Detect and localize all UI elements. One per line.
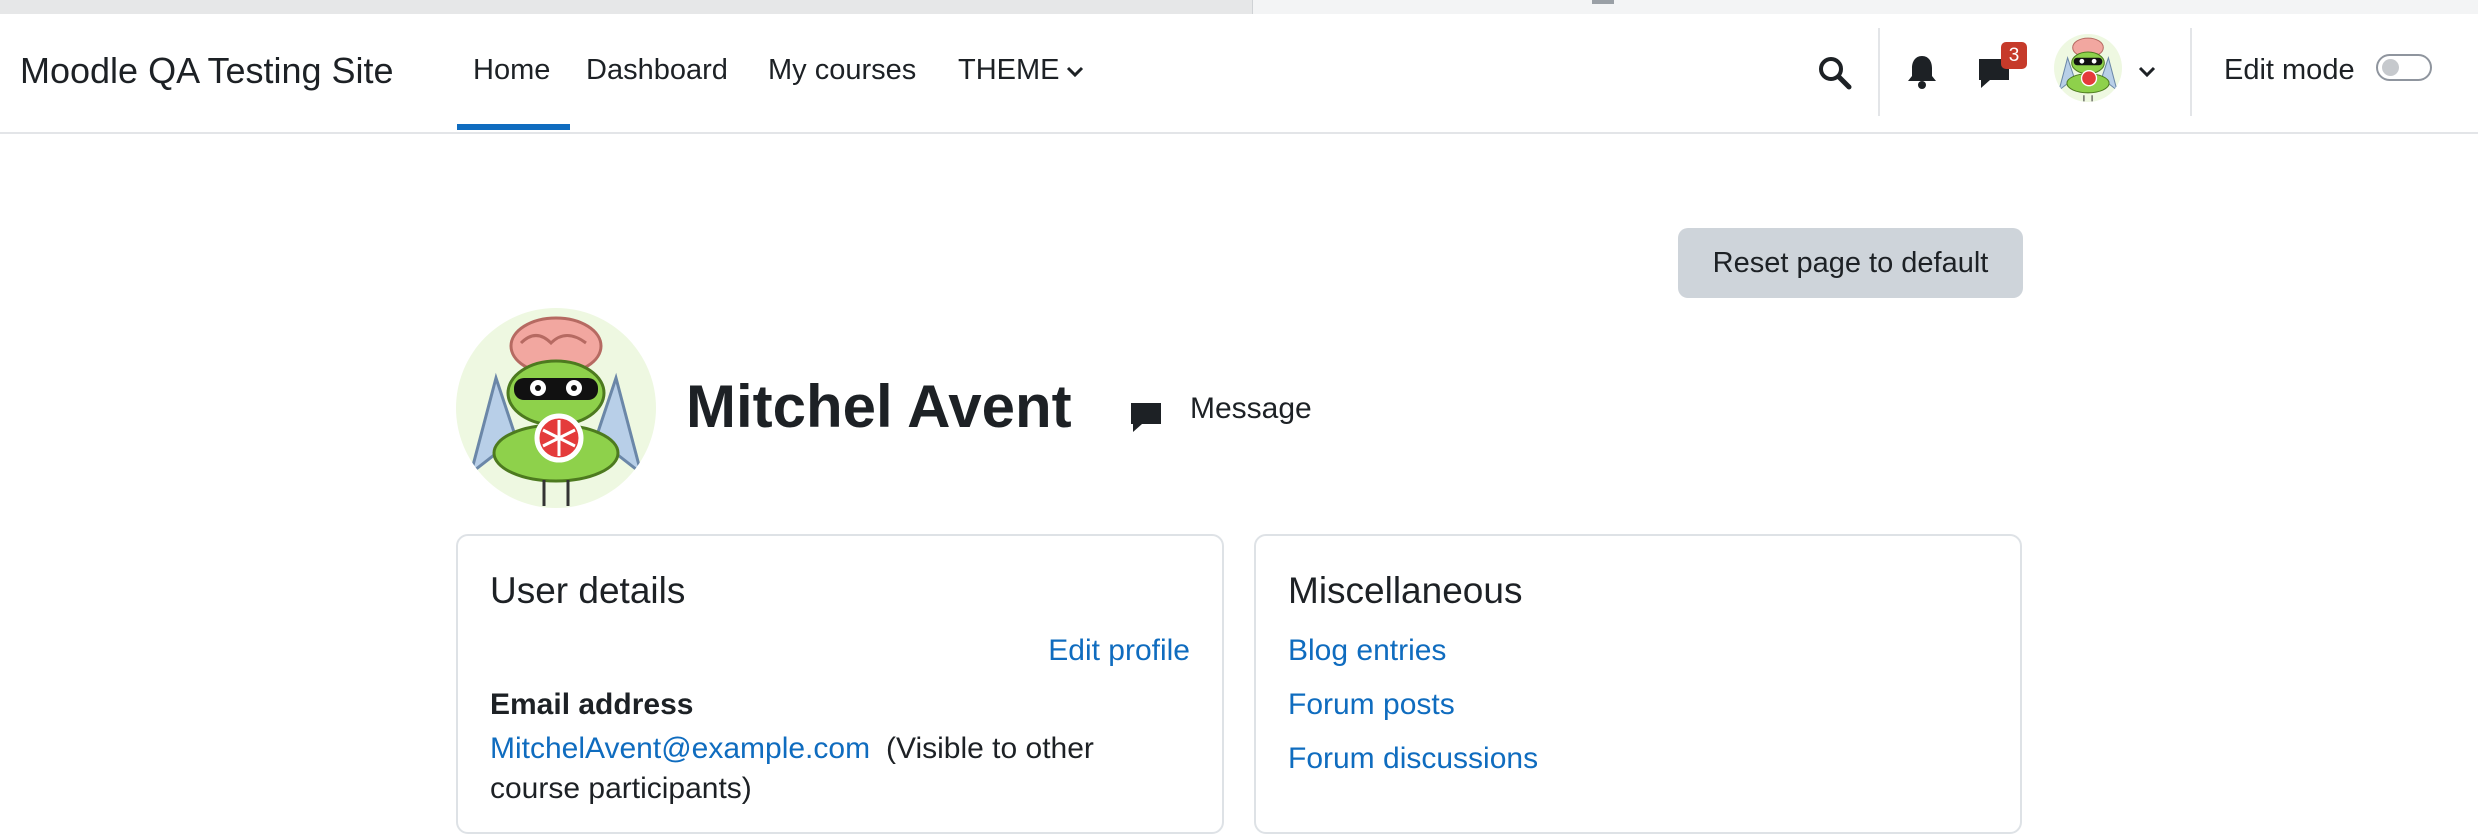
edit-profile-link[interactable]: Edit profile bbox=[1048, 634, 1190, 668]
miscellaneous-title: Miscellaneous bbox=[1288, 570, 1523, 611]
header-separator-2 bbox=[2190, 28, 2192, 116]
bell-icon[interactable] bbox=[1906, 54, 1938, 90]
avatar-image bbox=[2058, 37, 2118, 102]
edit-mode-toggle[interactable] bbox=[2376, 54, 2432, 81]
forum-discussions-link[interactable]: Forum discussions bbox=[1288, 742, 1538, 776]
messages-badge: 3 bbox=[2001, 42, 2027, 69]
email-link[interactable]: MitchelAvent@example.com bbox=[490, 732, 870, 766]
nav-active-indicator bbox=[457, 124, 570, 130]
forum-posts-link[interactable]: Forum posts bbox=[1288, 688, 1455, 722]
user-avatar[interactable] bbox=[2054, 34, 2122, 102]
email-visibility-note-2: course participants) bbox=[490, 772, 752, 805]
navbar: Moodle QA Testing Site Home Dashboard My… bbox=[0, 14, 2478, 134]
email-visibility-note: (Visible to other bbox=[886, 732, 1094, 765]
chevron-down-icon[interactable] bbox=[2138, 66, 2156, 78]
reset-page-button[interactable]: Reset page to default bbox=[1678, 228, 2023, 298]
miscellaneous-card: Miscellaneous Blog entries Forum posts F… bbox=[1254, 534, 2022, 834]
toggle-knob bbox=[2382, 59, 2399, 76]
profile-name: Mitchel Avent bbox=[686, 373, 1072, 440]
site-title[interactable]: Moodle QA Testing Site bbox=[20, 50, 394, 92]
edit-mode-label: Edit mode bbox=[2224, 54, 2355, 86]
strip-segment bbox=[0, 0, 1253, 14]
blog-entries-link[interactable]: Blog entries bbox=[1288, 634, 1446, 668]
header-separator bbox=[1878, 28, 1880, 116]
email-heading: Email address bbox=[490, 688, 694, 721]
nav-home[interactable]: Home bbox=[473, 54, 550, 87]
profile-picture bbox=[456, 308, 656, 508]
strip-mark bbox=[1592, 0, 1614, 4]
message-button[interactable]: Message bbox=[1190, 392, 1312, 426]
user-details-title: User details bbox=[490, 570, 686, 611]
nav-my-courses[interactable]: My courses bbox=[768, 54, 916, 87]
search-icon[interactable] bbox=[1818, 56, 1852, 90]
user-details-card: User details Edit profile Email address … bbox=[456, 534, 1224, 834]
message-icon[interactable] bbox=[1128, 394, 1164, 440]
theme-chevron-down-icon[interactable] bbox=[1066, 66, 1084, 78]
browser-top-strip bbox=[0, 0, 2478, 15]
nav-dashboard[interactable]: Dashboard bbox=[586, 54, 728, 87]
nav-theme[interactable]: THEME bbox=[958, 54, 1060, 87]
profile-image bbox=[468, 316, 644, 506]
